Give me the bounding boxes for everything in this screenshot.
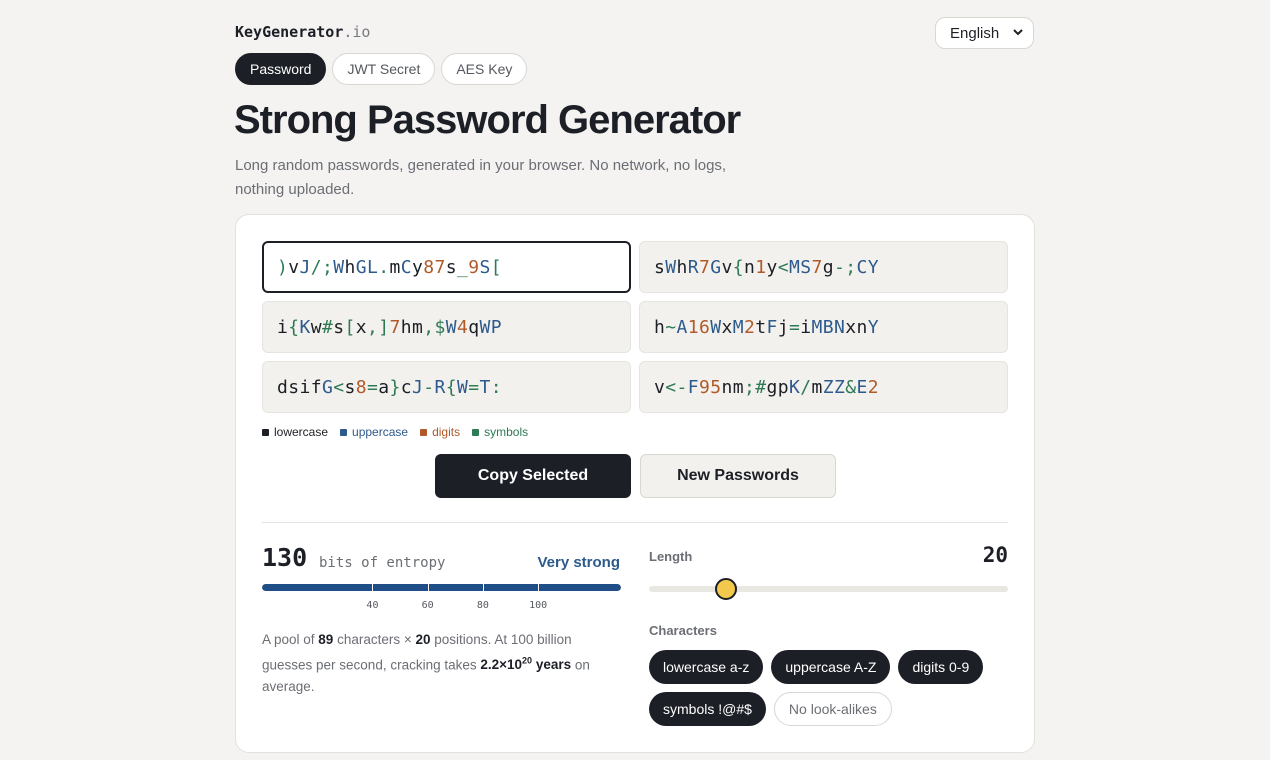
- crack-time-unit: years: [532, 657, 572, 672]
- explain-prefix: A pool of: [262, 632, 319, 647]
- crack-time: 2.2×1020 years: [480, 655, 572, 673]
- length-slider-thumb[interactable]: [714, 578, 737, 600]
- legend-symbols: symbols: [472, 425, 528, 439]
- language-select[interactable]: English: [935, 17, 1034, 49]
- toggle-lowercase[interactable]: lowercase a-z: [649, 650, 764, 684]
- legend-label: uppercase: [352, 425, 409, 439]
- password-option[interactable]: s Wh R 7 Gv{n 1 y < M S 7 g -; C Y: [639, 241, 1008, 293]
- meter-tick-label: 60: [421, 600, 434, 611]
- entropy-meter: [262, 584, 621, 591]
- strength-label: Very strong: [537, 554, 620, 571]
- password-grid: ) v J /; Wh G L. m Cy 8 7 s _ 9 S[ s Wh R 7 Gv{n 1 y < M S 7 g -; C…: [262, 241, 1008, 413]
- crack-time-base: 2.2×10: [480, 657, 523, 672]
- legend-label: symbols: [484, 425, 529, 439]
- password-option[interactable]: v < - F 9 5 n m; # g p K / m Z Z & E 2: [639, 361, 1008, 413]
- pool-size: 89: [318, 632, 334, 647]
- password-option[interactable]: i{Kw # s[x,] 7 h m, $ W 4 q W P: [262, 301, 631, 353]
- legend-swatch: [472, 428, 480, 436]
- toggle-uppercase[interactable]: uppercase A-Z: [771, 650, 891, 684]
- entropy-meter-fill: [262, 584, 621, 591]
- tab-password[interactable]: Password: [235, 53, 327, 85]
- tab-jwt-secret[interactable]: JWT Secret: [332, 53, 436, 85]
- character-options: lowercase a-z uppercase A-Z digits 0-9 s…: [649, 650, 1009, 726]
- page-title: Strong Password Generator: [234, 98, 741, 142]
- language-selected: English: [950, 24, 1000, 42]
- length-value: 20: [982, 543, 1008, 567]
- password-option[interactable]: ) v J /; Wh G L. m Cy 8 7 s _ 9 S[: [262, 241, 631, 293]
- chevron-down-icon: [1013, 29, 1023, 36]
- divider: [262, 522, 1008, 523]
- password-option[interactable]: d s i f G < s 8 = a} c J - R{W = T:: [262, 361, 631, 413]
- meter-tick: [538, 582, 540, 593]
- legend-label: lowercase: [274, 425, 329, 439]
- meter-tick-label: 40: [366, 600, 379, 611]
- character-legend: lowercase uppercase digits symbols: [262, 425, 528, 439]
- entropy-label: bits of entropy: [319, 555, 446, 571]
- copy-selected-button[interactable]: Copy Selected: [435, 454, 631, 498]
- legend-digits: digits: [420, 425, 460, 439]
- legend-swatch: [262, 428, 269, 436]
- meter-tick: [427, 582, 429, 593]
- explain-mid1: characters ×: [333, 632, 416, 647]
- positions-count: 20: [415, 632, 431, 647]
- meter-tick: [482, 582, 484, 593]
- tab-aes-key[interactable]: AES Key: [441, 53, 528, 85]
- brand-name: KeyGenerator: [235, 23, 344, 41]
- meter-tick-label: 100: [529, 600, 548, 611]
- toggle-symbols[interactable]: symbols !@#$: [649, 692, 766, 726]
- entropy-bits: 130: [262, 543, 308, 572]
- password-option[interactable]: h ~ A 1 6 Wx M 2 t Fj = i M B Nx n Y: [639, 301, 1008, 353]
- toggle-no-look-alikes[interactable]: No look-alikes: [773, 692, 892, 726]
- page-subtitle: Long random passwords, generated in your…: [235, 157, 727, 198]
- legend-uppercase: uppercase: [340, 425, 408, 439]
- generator-tabs: Password JWT Secret AES Key: [235, 53, 528, 85]
- generator-card: ) v J /; Wh G L. m Cy 8 7 s _ 9 S[ s Wh R 7 Gv{n 1 y < M S 7 g -; C…: [235, 214, 1035, 753]
- meter-tick: [372, 582, 374, 593]
- brand-logo[interactable]: KeyGenerator.io: [235, 23, 370, 41]
- crack-time-exponent: 20: [522, 655, 533, 666]
- length-label: Length: [649, 549, 693, 564]
- length-slider-track[interactable]: [649, 586, 1008, 592]
- legend-lowercase: lowercase: [262, 425, 328, 439]
- entropy-explanation: A pool of 89 characters × 20 positions. …: [262, 629, 622, 697]
- brand-tld: .io: [343, 23, 371, 41]
- legend-swatch: [420, 428, 428, 436]
- new-passwords-button[interactable]: New Passwords: [640, 454, 836, 498]
- legend-label: digits: [432, 425, 461, 439]
- legend-swatch: [340, 428, 348, 436]
- characters-label: Characters: [649, 623, 717, 638]
- toggle-digits[interactable]: digits 0-9: [898, 650, 984, 684]
- meter-tick-label: 80: [476, 600, 489, 611]
